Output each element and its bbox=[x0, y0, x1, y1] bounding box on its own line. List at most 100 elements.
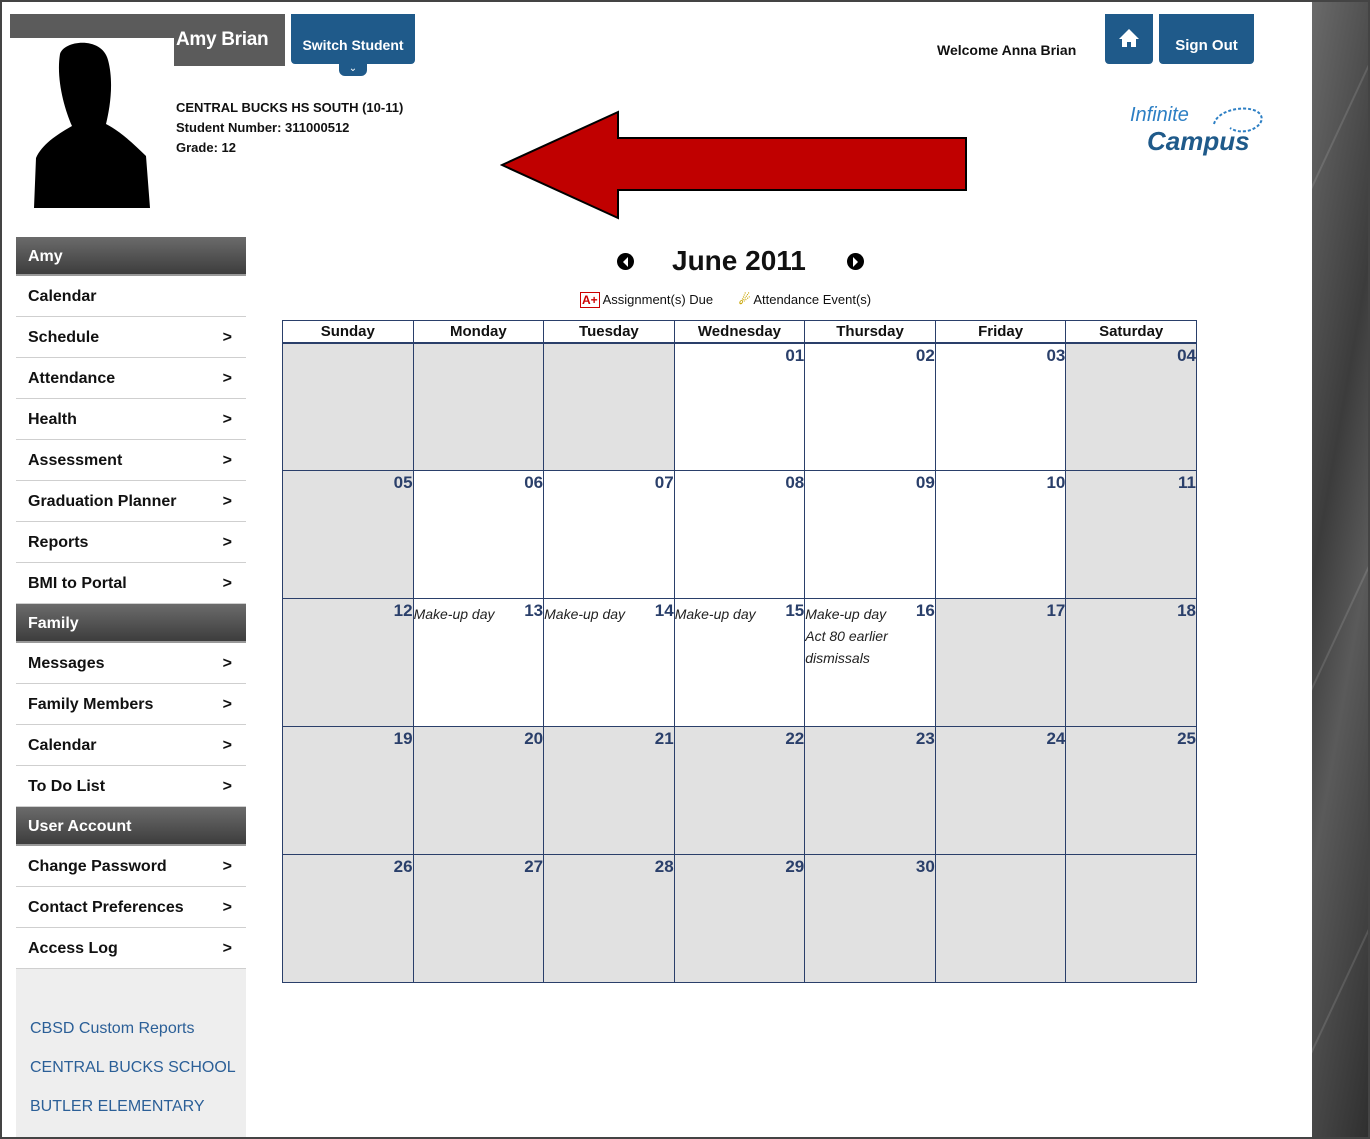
calendar-day-cell[interactable]: 22 bbox=[673, 726, 806, 855]
legend-assignments: Assignment(s) Due bbox=[602, 292, 714, 307]
calendar-week-row: 19 20 21 22 23 24 25 bbox=[282, 726, 1197, 855]
legend-attendance: Attendance Event(s) bbox=[753, 292, 872, 307]
sidebar-item-change-password[interactable]: Change Password > bbox=[16, 846, 246, 887]
calendar-day-cell[interactable]: 14 Make-up day bbox=[543, 598, 675, 727]
calendar-day-cell[interactable]: 30 bbox=[804, 854, 936, 983]
calendar-day-cell[interactable]: 18 bbox=[1065, 598, 1197, 727]
sign-out-button[interactable]: Sign Out bbox=[1159, 14, 1254, 64]
chevron-right-icon: > bbox=[222, 940, 232, 957]
calendar-week-row: 12 13 Make-up day 14 Make-up day 15 Make-up da… bbox=[282, 598, 1197, 727]
calendar-day-cell[interactable]: 02 bbox=[804, 342, 936, 471]
day-number: 06 bbox=[524, 473, 544, 492]
calendar-event[interactable]: Make-up day bbox=[675, 603, 784, 625]
calendar-day-cell bbox=[543, 342, 675, 471]
sidebar-item-reports[interactable]: Reports > bbox=[16, 522, 246, 563]
sidebar-section-user-account: User Account bbox=[16, 807, 246, 846]
calendar-day-cell[interactable]: 25 bbox=[1065, 726, 1197, 855]
calendar-day-cell[interactable]: 07 bbox=[543, 470, 675, 599]
sidebar-item-label: Graduation Planner bbox=[28, 493, 177, 510]
calendar-day-cell[interactable]: 26 bbox=[282, 854, 414, 983]
day-number: 12 bbox=[393, 601, 413, 620]
calendar-day-cell[interactable]: 15 Make-up day bbox=[673, 598, 806, 727]
school-info: CENTRAL BUCKS HS SOUTH (10-11) Student N… bbox=[176, 98, 403, 158]
day-number: 14 bbox=[654, 601, 674, 620]
sidebar-item-bmi-to-portal[interactable]: BMI to Portal > bbox=[16, 563, 246, 604]
calendar-day-cell[interactable]: 01 bbox=[673, 342, 806, 471]
sidebar-item-graduation-planner[interactable]: Graduation Planner > bbox=[16, 481, 246, 522]
calendar-day-cell[interactable]: 16 Make-up day Act 80 earlier dismissals bbox=[804, 598, 936, 727]
chevron-down-icon[interactable]: ⌄ bbox=[339, 64, 367, 76]
chevron-right-icon: > bbox=[222, 655, 232, 672]
chevron-right-icon: > bbox=[222, 696, 232, 713]
calendar-day-cell[interactable]: 03 bbox=[934, 342, 1067, 471]
calendar-week-row: 01 02 03 04 bbox=[282, 342, 1197, 471]
weekday-header: Monday bbox=[412, 320, 545, 344]
chevron-right-icon: > bbox=[222, 534, 232, 551]
calendar-day-cell[interactable]: 17 bbox=[934, 598, 1067, 727]
day-number: 17 bbox=[1046, 601, 1066, 620]
day-number: 20 bbox=[524, 729, 544, 748]
calendar-day-cell[interactable]: 11 bbox=[1065, 470, 1197, 599]
previous-month-icon[interactable] bbox=[617, 253, 634, 270]
calendar-day-cell[interactable]: 12 bbox=[282, 598, 414, 727]
sidebar-item-health[interactable]: Health > bbox=[16, 399, 246, 440]
day-number: 01 bbox=[785, 345, 805, 365]
calendar-day-cell[interactable]: 20 bbox=[412, 726, 545, 855]
chevron-right-icon: > bbox=[222, 737, 232, 754]
chevron-right-icon: > bbox=[222, 329, 232, 346]
chevron-right-icon: > bbox=[222, 370, 232, 387]
calendar-day-cell[interactable]: 04 bbox=[1065, 342, 1197, 471]
weekday-header: Friday bbox=[934, 320, 1067, 344]
sidebar-item-assessment[interactable]: Assessment > bbox=[16, 440, 246, 481]
day-number: 28 bbox=[654, 857, 674, 876]
calendar-day-cell[interactable]: 09 bbox=[804, 470, 936, 599]
sidebar-item-access-log[interactable]: Access Log > bbox=[16, 928, 246, 969]
student-number: Student Number: 311000512 bbox=[176, 120, 350, 135]
calendar-day-cell[interactable]: 06 bbox=[412, 470, 545, 599]
link-butler-elementary[interactable]: BUTLER ELEMENTARY bbox=[16, 1087, 246, 1126]
calendar-day-cell[interactable]: 21 bbox=[543, 726, 675, 855]
calendar-event[interactable]: Make-up day Act 80 earlier dismissals bbox=[805, 603, 935, 669]
calendar-day-cell[interactable]: 08 bbox=[673, 470, 806, 599]
day-number: 19 bbox=[393, 729, 413, 748]
sidebar-item-to-do-list[interactable]: To Do List > bbox=[16, 766, 246, 807]
sidebar-item-messages[interactable]: Messages > bbox=[16, 643, 246, 684]
calendar-day-cell[interactable]: 29 bbox=[673, 854, 806, 983]
day-number: 11 bbox=[1178, 473, 1196, 492]
calendar-event[interactable]: Make-up day bbox=[544, 603, 653, 625]
sidebar-item-schedule[interactable]: Schedule > bbox=[16, 317, 246, 358]
sidebar-item-label: Calendar bbox=[28, 737, 97, 754]
sidebar-item-label: Access Log bbox=[28, 940, 118, 957]
link-cbsd-custom-reports[interactable]: CBSD Custom Reports bbox=[16, 1009, 246, 1048]
home-button[interactable] bbox=[1105, 14, 1153, 64]
switch-student-button[interactable]: Switch Student ⌄ bbox=[291, 14, 415, 76]
next-month-icon[interactable] bbox=[847, 253, 864, 270]
calendar-day-cell[interactable]: 13 Make-up day bbox=[412, 598, 545, 727]
decor-streak bbox=[1299, 530, 1368, 714]
day-number: 18 bbox=[1177, 601, 1196, 620]
sidebar-item-attendance[interactable]: Attendance > bbox=[16, 358, 246, 399]
calendar-month: June 2011 bbox=[672, 245, 806, 276]
sidebar-item-family-members[interactable]: Family Members > bbox=[16, 684, 246, 725]
sidebar-item-contact-preferences[interactable]: Contact Preferences > bbox=[16, 887, 246, 928]
month-calendar: Sunday Monday Tuesday Wednesday Thursday Frid… bbox=[282, 320, 1197, 983]
calendar-grid: 01 02 03 04 05 06 07 08 09 10 11 12 13 Make-up day 14 M… bbox=[282, 342, 1197, 983]
day-number: 25 bbox=[1177, 729, 1196, 748]
sidebar-item-label: Reports bbox=[28, 534, 89, 551]
calendar-day-cell[interactable]: 19 bbox=[282, 726, 414, 855]
sidebar-item-family-calendar[interactable]: Calendar > bbox=[16, 725, 246, 766]
calendar-day-cell[interactable]: 24 bbox=[934, 726, 1067, 855]
chevron-right-icon: > bbox=[222, 411, 232, 428]
day-number: 09 bbox=[915, 473, 935, 492]
sidebar-item-calendar[interactable]: Calendar bbox=[16, 276, 246, 317]
sidebar-item-label: Health bbox=[28, 411, 77, 428]
sidebar-item-label: To Do List bbox=[28, 778, 106, 795]
calendar-day-cell[interactable]: 23 bbox=[804, 726, 936, 855]
link-central-bucks-school[interactable]: CENTRAL BUCKS SCHOOL bbox=[16, 1048, 246, 1087]
calendar-day-cell[interactable]: 28 bbox=[543, 854, 675, 983]
calendar-day-cell[interactable]: 10 bbox=[934, 470, 1067, 599]
calendar-day-cell[interactable]: 27 bbox=[412, 854, 545, 983]
calendar-week-row: 26 27 28 29 30 bbox=[282, 854, 1197, 983]
calendar-day-cell[interactable]: 05 bbox=[282, 470, 414, 599]
calendar-event[interactable]: Make-up day bbox=[414, 603, 523, 625]
